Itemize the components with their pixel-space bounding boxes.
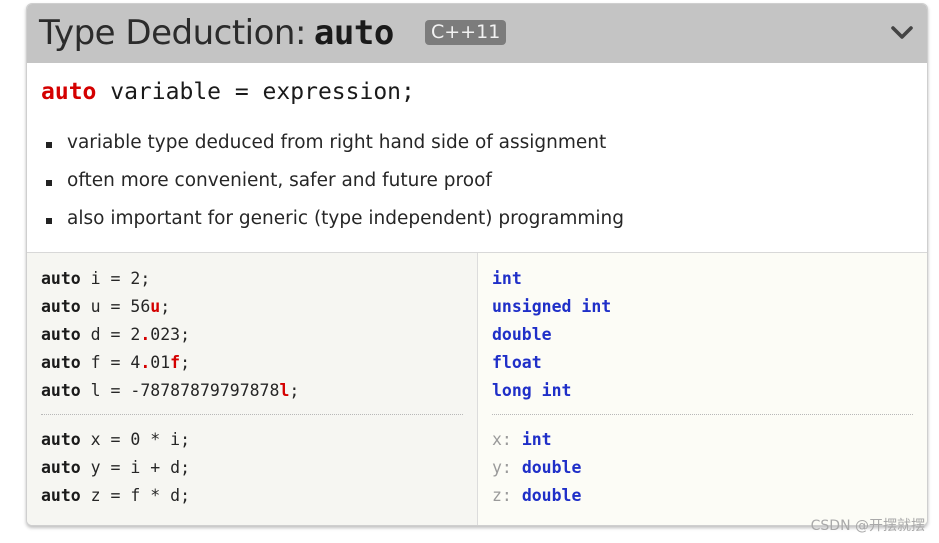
deduced-expression-types: x: int y: double z: double (492, 426, 581, 510)
code-line: auto i = 2; (41, 269, 151, 288)
type-deduction-card: Type Deduction: auto C++11 auto variable … (26, 3, 928, 526)
card-header[interactable]: Type Deduction: auto C++11 (27, 4, 927, 63)
csdn-watermark: CSDN @开摆就摆 (810, 518, 925, 534)
deduced-type: unsigned int (492, 297, 612, 316)
deduced-type: long int (492, 381, 572, 400)
code-line: auto x = 0 * i; (41, 430, 191, 449)
bullet-item: variable type deduced from right hand si… (41, 132, 624, 170)
code-line: auto u = 56u; (41, 297, 171, 316)
dotted-divider (41, 414, 463, 415)
deduced-type: x: int (492, 430, 552, 449)
syntax-keyword: auto (41, 79, 97, 105)
code-line: auto z = f * d; (41, 486, 191, 505)
code-line: auto f = 4.01f; (41, 353, 191, 372)
card-title: Type Deduction: auto (39, 13, 394, 53)
code-line: auto y = i + d; (41, 458, 191, 477)
deduced-type: int (492, 269, 522, 288)
bullet-item: also important for generic (type indepen… (41, 208, 624, 246)
deduced-type: float (492, 353, 542, 372)
bullet-list: variable type deduced from right hand si… (41, 132, 624, 246)
code-column: auto i = 2; auto u = 56u; auto d = 2.023… (27, 253, 478, 525)
deduced-type: double (492, 325, 552, 344)
expression-examples: auto x = 0 * i; auto y = i + d; auto z =… (41, 426, 190, 510)
syntax-rest: variable = expression; (96, 79, 415, 105)
chevron-down-icon[interactable] (889, 19, 915, 45)
cpp-version-badge: C++11 (425, 20, 507, 45)
title-text: Type Deduction: (39, 13, 306, 53)
code-line: auto d = 2.023; (41, 325, 191, 344)
syntax-line: auto variable = expression; (41, 79, 415, 105)
title-keyword: auto (313, 13, 394, 53)
dotted-divider (492, 414, 913, 415)
deduced-type: z: double (492, 486, 582, 505)
code-line: auto l = -78787879797878l; (41, 381, 300, 400)
literal-examples: auto i = 2; auto u = 56u; auto d = 2.023… (41, 265, 299, 405)
type-column: int unsigned int double float long int x… (478, 253, 927, 525)
bullet-item: often more convenient, safer and future … (41, 170, 624, 208)
deduced-types: int unsigned int double float long int (492, 265, 611, 405)
deduced-type: y: double (492, 458, 582, 477)
example-table: auto i = 2; auto u = 56u; auto d = 2.023… (27, 252, 927, 525)
